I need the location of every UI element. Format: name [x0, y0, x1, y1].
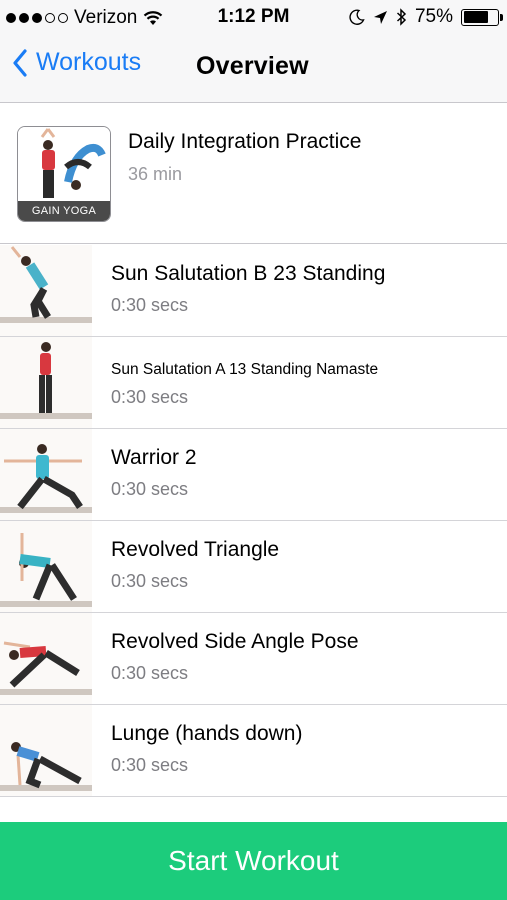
exercise-duration: 0:30 secs: [111, 387, 189, 407]
program-title: Daily Integration Practice: [128, 130, 362, 153]
exercise-duration: 0:30 secs: [111, 295, 189, 315]
back-button[interactable]: Workouts: [12, 48, 141, 77]
nav-bar: Workouts Overview: [0, 34, 507, 103]
exercise-row[interactable]: Sun Salutation B 23 Standing 0:30 secs: [0, 245, 507, 337]
exercise-thumbnail: [0, 705, 92, 796]
exercise-thumbnail: [0, 429, 92, 520]
page-title: Overview: [196, 52, 309, 80]
chevron-left-icon: [12, 48, 28, 77]
exercise-row[interactable]: Lunge (hands down) 0:30 secs: [0, 705, 507, 797]
exercise-duration: 0:30 secs: [111, 755, 189, 775]
exercise-title: Sun Salutation B 23 Standing: [111, 262, 386, 285]
battery-percent: 75%: [414, 6, 453, 27]
exercise-thumbnail: [0, 245, 92, 336]
status-right: 75%: [349, 6, 503, 28]
bluetooth-icon: [396, 8, 407, 26]
exercise-title: Revolved Triangle: [111, 538, 280, 561]
program-duration: 36 min: [128, 164, 183, 184]
back-button-label: Workouts: [36, 48, 142, 76]
exercise-row[interactable]: Warrior 2 0:30 secs: [0, 429, 507, 521]
start-workout-button[interactable]: Start Workout: [0, 822, 507, 900]
exercise-thumbnail: [0, 613, 92, 704]
battery-level: [463, 11, 489, 23]
exercise-duration: 0:30 secs: [111, 479, 189, 499]
exercise-title: Revolved Side Angle Pose: [111, 630, 359, 653]
exercise-thumbnail: [0, 521, 92, 612]
exercise-row[interactable]: Revolved Side Angle Pose 0:30 secs: [0, 613, 507, 705]
exercise-title: Warrior 2: [111, 446, 197, 469]
brand-label: GAIN YOGA: [31, 205, 97, 217]
exercise-list: Sun Salutation B 23 Standing 0:30 secs Sun…: [0, 245, 507, 797]
exercise-duration: 0:30 secs: [111, 663, 189, 683]
exercise-row[interactable]: Revolved Triangle 0:30 secs: [0, 521, 507, 613]
exercise-duration: 0:30 secs: [111, 571, 189, 591]
exercise-thumbnail: [0, 337, 92, 428]
status-bar: Verizon 1:12 PM 75%: [0, 0, 507, 34]
exercise-row[interactable]: Sun Salutation A 13 Standing Namaste 0:30…: [0, 337, 507, 429]
exercise-title: Lunge (hands down): [111, 722, 303, 745]
moon-icon: [349, 9, 365, 25]
exercise-title: Sun Salutation A 13 Standing Namaste: [111, 361, 379, 378]
battery-icon: [461, 8, 503, 26]
location-arrow-icon: [373, 10, 388, 25]
program-header: GAIN YOGA Daily Integration Practice 36 …: [0, 104, 507, 244]
program-thumbnail: GAIN YOGA: [17, 126, 111, 222]
